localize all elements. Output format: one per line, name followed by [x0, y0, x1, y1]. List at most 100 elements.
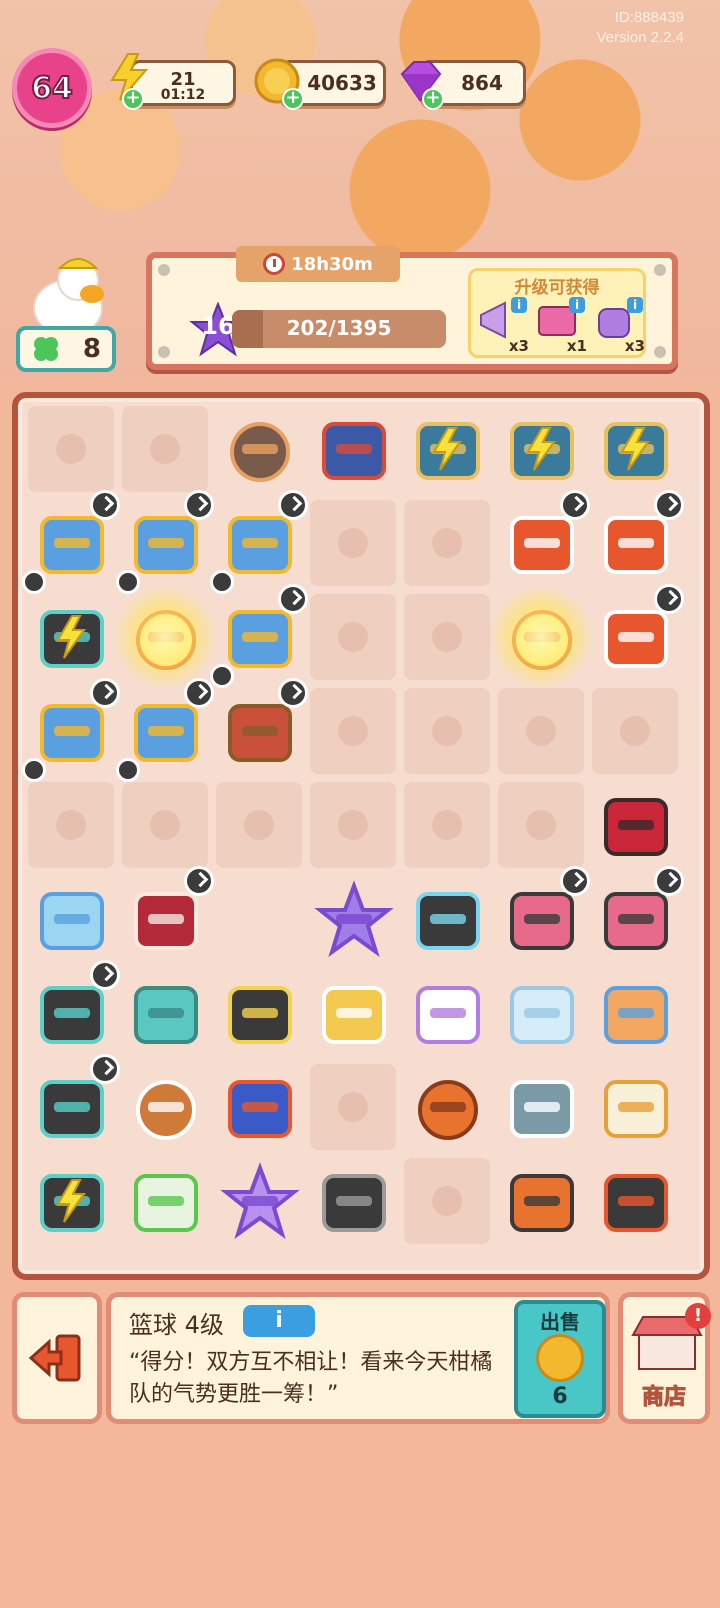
- board-cell[interactable]: [488, 584, 594, 690]
- board-cell[interactable]: [592, 1158, 678, 1244]
- board-cell[interactable]: [210, 490, 308, 594]
- lantern-icon: [230, 422, 290, 482]
- board-cell[interactable]: [28, 1158, 114, 1244]
- reward-title: 升级可获得: [514, 278, 600, 298]
- reward-item-megaphone[interactable]: i x3: [475, 297, 529, 355]
- timer-badge-icon: [184, 490, 214, 520]
- ice-house-icon: [40, 892, 104, 950]
- board-cell-empty[interactable]: [122, 782, 208, 868]
- board-cell[interactable]: [592, 782, 678, 868]
- board-cell[interactable]: [216, 970, 302, 1056]
- shop-button[interactable]: 商店 !: [618, 1292, 711, 1424]
- board-cell-empty[interactable]: [592, 688, 678, 774]
- merge-board: [12, 392, 710, 1280]
- board-cell-empty[interactable]: [122, 406, 208, 492]
- board-cell-empty[interactable]: [310, 594, 396, 680]
- board-cell[interactable]: [498, 1064, 584, 1150]
- event-timer-value: 18h30m: [291, 253, 373, 275]
- board-cell[interactable]: [28, 594, 114, 680]
- board-cell[interactable]: [592, 1064, 678, 1150]
- add-coins-button[interactable]: +: [282, 88, 304, 110]
- reward-item-go-ticket[interactable]: i x1: [533, 297, 587, 355]
- timer-badge-icon: [654, 866, 684, 896]
- board-cell-empty[interactable]: [404, 1158, 490, 1244]
- shop-label: 商店: [641, 1385, 686, 1411]
- board-cell[interactable]: [122, 1064, 208, 1150]
- board-cell[interactable]: [122, 866, 214, 962]
- clover-counter[interactable]: 8: [16, 326, 116, 372]
- board-cell[interactable]: [592, 406, 678, 492]
- exit-button[interactable]: [12, 1292, 102, 1424]
- sports-drink-icon: [510, 1174, 574, 1232]
- version-info: ID:888439 Version 2.2.4: [596, 8, 684, 48]
- board-cell[interactable]: [22, 490, 120, 594]
- player-level-badge[interactable]: 64: [12, 48, 92, 128]
- board-cell[interactable]: [404, 1064, 490, 1150]
- board-cell[interactable]: [28, 960, 120, 1056]
- board-cell[interactable]: [592, 490, 684, 586]
- board-cell[interactable]: [310, 876, 396, 962]
- board-cell[interactable]: [216, 1064, 302, 1150]
- board-cell[interactable]: [310, 406, 396, 492]
- add-energy-button[interactable]: +: [122, 88, 144, 110]
- board-cell-empty[interactable]: [310, 1064, 396, 1150]
- board-cell[interactable]: [22, 678, 120, 782]
- board-cell[interactable]: [498, 406, 584, 492]
- board-cell[interactable]: [210, 584, 308, 688]
- board-cell[interactable]: [498, 490, 590, 586]
- board-cell-empty[interactable]: [310, 688, 396, 774]
- board-cell[interactable]: [28, 1054, 120, 1150]
- player-level: 64: [30, 70, 74, 107]
- board-cell[interactable]: [592, 970, 678, 1056]
- board-cell-empty[interactable]: [404, 688, 490, 774]
- timer-badge-icon: [278, 678, 308, 708]
- pencil-case-icon: [416, 892, 480, 950]
- info-icon[interactable]: i: [511, 297, 527, 313]
- board-cell-empty[interactable]: [498, 782, 584, 868]
- task-progress-text: 202/1395: [286, 316, 392, 340]
- board-cell-empty[interactable]: [310, 782, 396, 868]
- board-cell[interactable]: [592, 584, 684, 680]
- board-cell[interactable]: [116, 678, 214, 782]
- board-cell[interactable]: [216, 876, 302, 962]
- board-cell[interactable]: [112, 584, 218, 690]
- board-cell[interactable]: [310, 1158, 396, 1244]
- merge-glow-effect: [112, 584, 218, 690]
- fish-mascot-icon: [510, 1080, 574, 1138]
- board-cell[interactable]: [404, 406, 490, 492]
- board-cell[interactable]: [116, 490, 214, 594]
- board-cell[interactable]: [28, 876, 114, 962]
- board-cell[interactable]: [122, 970, 208, 1056]
- board-cell[interactable]: [216, 406, 302, 492]
- board-cell[interactable]: [216, 678, 308, 774]
- board-cell-empty[interactable]: [404, 500, 490, 586]
- sell-button[interactable]: 出售 6: [514, 1300, 606, 1418]
- board-cell[interactable]: [216, 1158, 302, 1244]
- board-cell[interactable]: [592, 866, 684, 962]
- add-gems-button[interactable]: +: [422, 88, 444, 110]
- reward-item-bag[interactable]: i x3: [591, 297, 645, 355]
- board-cell[interactable]: [310, 970, 396, 1056]
- board-cell[interactable]: [498, 970, 584, 1056]
- board-cell-empty[interactable]: [310, 500, 396, 586]
- board-cell-empty[interactable]: [498, 688, 584, 774]
- timer-badge-icon: [654, 490, 684, 520]
- info-icon[interactable]: i: [569, 297, 585, 313]
- board-cell[interactable]: [498, 1158, 584, 1244]
- info-icon[interactable]: i: [627, 297, 643, 313]
- energy-bolt-icon: [620, 427, 650, 471]
- timer-badge-icon: [90, 1054, 120, 1084]
- board-cell[interactable]: [404, 970, 490, 1056]
- timer-badge-icon: [560, 866, 590, 896]
- board-cell[interactable]: [498, 866, 590, 962]
- board-cell[interactable]: [404, 876, 490, 962]
- board-cell-empty[interactable]: [28, 782, 114, 868]
- board-cell-empty[interactable]: [404, 782, 490, 868]
- board-cell-empty[interactable]: [28, 406, 114, 492]
- board-cell[interactable]: [122, 1158, 208, 1244]
- item-info-button[interactable]: i: [243, 1305, 315, 1337]
- board-cell-empty[interactable]: [216, 782, 302, 868]
- compass-icon: [136, 1080, 196, 1140]
- timer-badge-icon: [184, 866, 214, 896]
- board-cell-empty[interactable]: [404, 594, 490, 680]
